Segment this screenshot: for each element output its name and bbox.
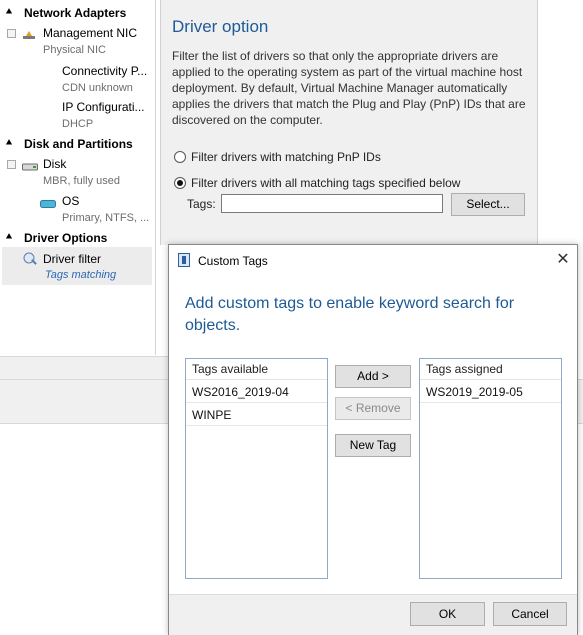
section-driver-options[interactable]: ⯅ Driver Options	[0, 229, 155, 247]
tags-input[interactable]	[221, 194, 443, 213]
radio-filter-pnp-label[interactable]: Filter drivers with matching PnP IDs	[191, 150, 381, 164]
section-title: Disk and Partitions	[24, 137, 133, 151]
nav-item-connectivity[interactable]: Connectivity P...	[62, 64, 147, 79]
nav-item-driver-filter[interactable]: Driver filter	[43, 252, 101, 267]
dialog-heading: Add custom tags to enable keyword search…	[185, 295, 515, 334]
chevron-double-up-icon[interactable]: ⯅	[5, 4, 13, 22]
nav-item-ip-configuration[interactable]: IP Configurati...	[62, 100, 145, 115]
list-item[interactable]: WS2016_2019-04	[186, 381, 327, 403]
nav-item-os-sub: Primary, NTFS, ...	[62, 212, 150, 224]
new-tag-button[interactable]: New Tag	[335, 434, 411, 457]
nav-item-management-nic-sub: Physical NIC	[43, 44, 106, 56]
radio-filter-pnp[interactable]	[174, 151, 186, 163]
list-item[interactable]: WS2019_2019-05	[420, 381, 561, 403]
page-title: Driver option	[172, 17, 269, 36]
background-window-strip	[0, 379, 168, 424]
background-window-strip	[578, 379, 583, 424]
list-header: Tags available	[186, 359, 327, 380]
section-title: Network Adapters	[24, 6, 127, 20]
nav-item-disk-sub: MBR, fully used	[43, 175, 121, 187]
tags-assigned-list[interactable]: Tags assigned WS2019_2019-05	[419, 358, 562, 579]
ok-button[interactable]: OK	[410, 602, 485, 626]
list-header: Tags assigned	[420, 359, 561, 380]
chevron-double-up-icon[interactable]: ⯅	[5, 229, 13, 247]
nav-item-management-nic[interactable]: Management NIC	[43, 26, 137, 41]
tags-available-list[interactable]: Tags available WS2016_2019-04 WINPE	[185, 358, 328, 579]
page-description: Filter the list of drivers so that only …	[172, 49, 526, 127]
nav-item-driver-filter-sub: Tags matching	[45, 269, 117, 281]
add-button[interactable]: Add >	[335, 365, 411, 388]
disk-icon	[22, 161, 38, 171]
expander-icon[interactable]	[7, 160, 16, 169]
radio-filter-tags[interactable]	[174, 177, 186, 189]
section-disk-partitions[interactable]: ⯅ Disk and Partitions	[0, 135, 155, 153]
chevron-double-up-icon[interactable]: ⯅	[5, 135, 13, 153]
expander-icon[interactable]	[7, 29, 16, 38]
radio-filter-tags-label[interactable]: Filter drivers with all matching tags sp…	[191, 176, 460, 190]
driver-filter-icon	[22, 251, 38, 267]
custom-tags-dialog-icon	[178, 253, 190, 267]
nav-item-ip-configuration-sub: DHCP	[62, 118, 94, 130]
nav-item-os[interactable]: OS	[62, 194, 79, 209]
nav-item-connectivity-sub: CDN unknown	[62, 82, 133, 94]
list-item[interactable]: WINPE	[186, 404, 327, 426]
remove-button[interactable]: < Remove	[335, 397, 411, 420]
dialog-title: Custom Tags	[198, 254, 268, 268]
partition-icon	[40, 198, 56, 208]
tags-label: Tags:	[187, 197, 216, 211]
network-adapter-icon	[22, 29, 36, 41]
nav-item-disk[interactable]: Disk	[43, 157, 66, 172]
navigation-pane: ⯅ Network Adapters Management NIC Physic…	[0, 0, 156, 355]
close-icon[interactable]: ✕	[553, 250, 573, 270]
section-network-adapters[interactable]: ⯅ Network Adapters	[0, 4, 155, 22]
select-tags-button[interactable]: Select...	[451, 193, 525, 216]
section-title: Driver Options	[24, 231, 108, 245]
cancel-button[interactable]: Cancel	[493, 602, 567, 626]
background-window-strip	[0, 356, 168, 379]
